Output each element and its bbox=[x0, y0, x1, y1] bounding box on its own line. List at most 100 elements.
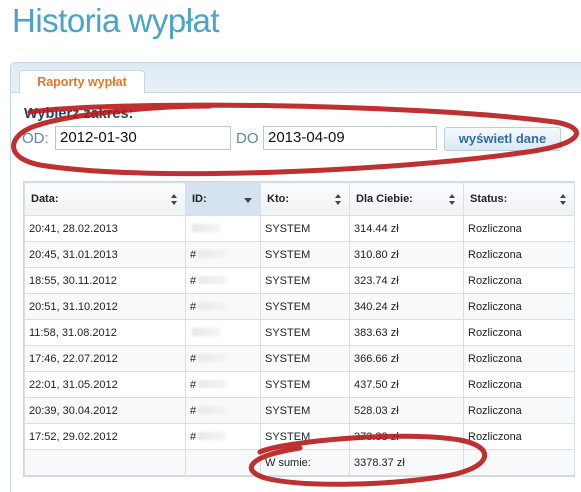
sort-icon bbox=[335, 194, 342, 205]
cell-id: # bbox=[185, 423, 261, 450]
cell-status: Rozliczona bbox=[463, 397, 575, 424]
table-header-row: Data: ID: Kto: Dla Ciebie: Status: bbox=[24, 182, 575, 216]
table-row: 11:58, 31.08.2012 SYSTEM 383.63 zł Rozli… bbox=[24, 319, 575, 346]
sum-value: 3378.37 zł bbox=[349, 449, 464, 476]
table-row: 22:01, 31.05.2012 # SYSTEM 437.50 zł Roz… bbox=[24, 371, 575, 398]
table-row: 18:55, 30.11.2012 # SYSTEM 323.74 zł Roz… bbox=[24, 267, 575, 294]
cell-amount: 528.03 zł bbox=[349, 397, 464, 424]
cell-empty bbox=[463, 449, 575, 476]
from-label: OD: bbox=[22, 130, 49, 147]
column-header-label: ID: bbox=[192, 193, 207, 205]
cell-who: SYSTEM bbox=[260, 215, 350, 242]
cell-id-text: # bbox=[190, 300, 197, 313]
redacted-id bbox=[198, 275, 227, 284]
show-data-button[interactable]: wyświetl dane bbox=[444, 127, 561, 151]
column-header-label: Status: bbox=[470, 193, 508, 205]
cell-who: SYSTEM bbox=[260, 241, 350, 268]
cell-status: Rozliczona bbox=[463, 215, 575, 242]
table-sum-row: W sumie: 3378.37 zł bbox=[24, 449, 575, 476]
cell-id-text: # bbox=[190, 274, 197, 287]
table-row: 17:46, 22.07.2012 # SYSTEM 366.66 zł Roz… bbox=[24, 345, 575, 372]
sort-icon bbox=[171, 194, 178, 205]
column-header-status[interactable]: Status: bbox=[463, 182, 575, 216]
cell-date: 20:39, 30.04.2012 bbox=[24, 397, 186, 424]
cell-id: # bbox=[185, 371, 261, 398]
cell-who: SYSTEM bbox=[260, 293, 350, 320]
date-from-input[interactable]: 2012-01-30 bbox=[55, 126, 231, 150]
cell-amount: 437.50 zł bbox=[349, 371, 464, 398]
cell-date: 17:46, 22.07.2012 bbox=[24, 345, 186, 372]
cell-id: # bbox=[185, 267, 261, 294]
cell-id bbox=[185, 215, 261, 242]
cell-empty bbox=[185, 449, 261, 476]
redacted-id bbox=[198, 405, 227, 414]
cell-status: Rozliczona bbox=[463, 345, 575, 372]
cell-amount: 323.74 zł bbox=[349, 267, 464, 294]
cell-id-text: # bbox=[190, 352, 197, 365]
cell-id: # bbox=[185, 345, 261, 372]
cell-date: 20:45, 31.01.2013 bbox=[24, 241, 186, 268]
table-row: 20:45, 31.01.2013 # SYSTEM 310.80 zł Roz… bbox=[24, 241, 575, 268]
cell-amount: 340.24 zł bbox=[349, 293, 464, 320]
page-title: Historia wypłat bbox=[12, 2, 220, 39]
sort-descending-icon bbox=[244, 198, 252, 203]
cell-status: Rozliczona bbox=[463, 371, 575, 398]
cell-who: SYSTEM bbox=[260, 267, 350, 294]
cell-date: 22:01, 31.05.2012 bbox=[24, 371, 186, 398]
column-header-id[interactable]: ID: bbox=[185, 182, 261, 216]
cell-amount: 366.66 zł bbox=[349, 345, 464, 372]
column-header-label: Dla Ciebie: bbox=[356, 193, 413, 205]
cell-amount: 383.63 zł bbox=[349, 319, 464, 346]
table-row: 20:51, 31.10.2012 # SYSTEM 340.24 zł Roz… bbox=[24, 293, 575, 320]
redacted-id bbox=[192, 223, 220, 232]
cell-status: Rozliczona bbox=[463, 267, 575, 294]
table-row: 17:52, 29.02.2012 # SYSTEM 373.33 zł Roz… bbox=[24, 423, 575, 450]
cell-date: 18:55, 30.11.2012 bbox=[24, 267, 186, 294]
column-header-date[interactable]: Data: bbox=[24, 182, 186, 216]
cell-id-text: # bbox=[190, 430, 197, 443]
redacted-id bbox=[198, 353, 227, 362]
column-header-who[interactable]: Kto: bbox=[260, 182, 350, 216]
to-label: DO bbox=[236, 130, 259, 147]
redacted-id bbox=[198, 379, 227, 388]
cell-empty bbox=[24, 449, 186, 476]
payout-table: Data: ID: Kto: Dla Ciebie: Status: 20:41… bbox=[24, 182, 575, 476]
cell-who: SYSTEM bbox=[260, 371, 350, 398]
table-row: 20:39, 30.04.2012 # SYSTEM 528.03 zł Roz… bbox=[24, 397, 575, 424]
cell-amount: 373.33 zł bbox=[349, 423, 464, 450]
payout-table-container: Data: ID: Kto: Dla Ciebie: Status: 20:41… bbox=[23, 181, 575, 477]
cell-who: SYSTEM bbox=[260, 319, 350, 346]
date-to-input[interactable]: 2013-04-09 bbox=[263, 126, 437, 150]
cell-date: 17:52, 29.02.2012 bbox=[24, 423, 186, 450]
redacted-id bbox=[192, 327, 220, 336]
cell-who: SYSTEM bbox=[260, 423, 350, 450]
column-header-amount[interactable]: Dla Ciebie: bbox=[349, 182, 464, 216]
cell-id-text: # bbox=[190, 404, 197, 417]
cell-id-text: # bbox=[190, 248, 197, 261]
cell-id: # bbox=[185, 397, 261, 424]
cell-id bbox=[185, 319, 261, 346]
sort-icon bbox=[449, 194, 456, 205]
cell-amount: 310.80 zł bbox=[349, 241, 464, 268]
cell-status: Rozliczona bbox=[463, 423, 575, 450]
redacted-id bbox=[198, 249, 227, 258]
cell-who: SYSTEM bbox=[260, 345, 350, 372]
cell-status: Rozliczona bbox=[463, 293, 575, 320]
cell-date: 20:51, 31.10.2012 bbox=[24, 293, 186, 320]
cell-who: SYSTEM bbox=[260, 397, 350, 424]
cell-status: Rozliczona bbox=[463, 319, 575, 346]
column-header-label: Kto: bbox=[267, 193, 289, 205]
cell-id-text: # bbox=[190, 378, 197, 391]
redacted-id bbox=[198, 431, 227, 440]
range-heading: Wybierz zakres: bbox=[24, 106, 134, 122]
cell-status: Rozliczona bbox=[463, 241, 575, 268]
table-row: 20:41, 28.02.2013 SYSTEM 314.44 zł Rozli… bbox=[24, 215, 575, 242]
sum-label: W sumie: bbox=[260, 449, 350, 476]
cell-id: # bbox=[185, 293, 261, 320]
sort-icon bbox=[560, 194, 567, 205]
cell-date: 20:41, 28.02.2013 bbox=[24, 215, 186, 242]
column-header-label: Data: bbox=[31, 193, 59, 205]
cell-id: # bbox=[185, 241, 261, 268]
tab-payout-reports[interactable]: Raporty wypłat bbox=[19, 70, 145, 94]
cell-date: 11:58, 31.08.2012 bbox=[24, 319, 186, 346]
